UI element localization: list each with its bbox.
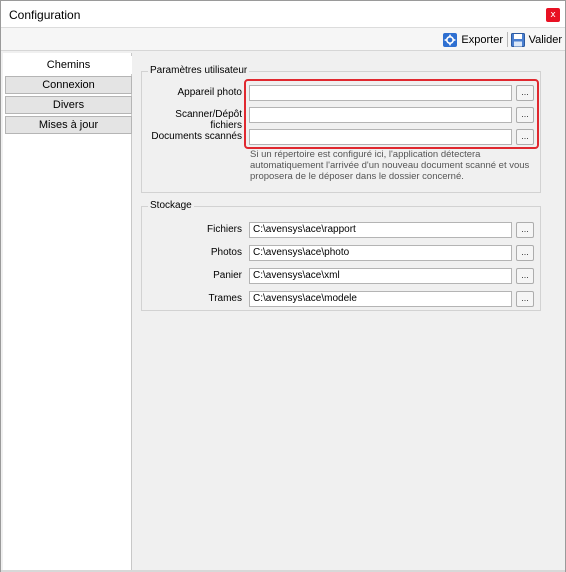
panier-label: Panier [213, 270, 242, 281]
sidebar-item-mises-a-jour[interactable]: Mises à jour [5, 116, 132, 134]
title-bar: Configuration x [1, 1, 565, 28]
main-content: Paramètres utilisateur Appareil photo ..… [133, 53, 564, 571]
scanner-label: Scanner/Dépôt fichiers [175, 109, 242, 131]
export-button[interactable]: Exporter [443, 31, 503, 48]
scan-hint-text: Si un répertoire est configuré ici, l'ap… [250, 149, 530, 182]
user-params-group: Paramètres utilisateur Appareil photo ..… [141, 65, 541, 193]
trames-browse-button[interactable]: ... [516, 291, 534, 307]
panier-field[interactable]: C:\avensys\ace\xml [249, 268, 512, 284]
export-icon [443, 32, 458, 47]
fichiers-label: Fichiers [206, 224, 242, 235]
close-button[interactable]: x [546, 8, 560, 22]
storage-group: Stockage Fichiers C:\avensys\ace\rapport… [141, 200, 541, 311]
storage-title: Stockage [148, 200, 194, 211]
save-icon [510, 32, 525, 47]
documents-scannes-field[interactable] [249, 129, 512, 145]
photos-browse-button[interactable]: ... [516, 245, 534, 261]
panier-browse-button[interactable]: ... [516, 268, 534, 284]
export-label: Exporter [461, 33, 503, 46]
sidebar-item-chemins[interactable]: Chemins [5, 56, 132, 74]
valider-button[interactable]: Valider [510, 31, 562, 48]
configuration-window: Configuration x Exporter Valider Chemins… [0, 0, 566, 572]
documents-scannes-label: Documents scannés [151, 131, 242, 142]
appareil-photo-browse-button[interactable]: ... [516, 85, 534, 101]
appareil-photo-field[interactable] [249, 85, 512, 101]
toolbar-separator [507, 32, 508, 47]
documents-scannes-browse-button[interactable]: ... [516, 129, 534, 145]
user-params-title: Paramètres utilisateur [148, 65, 250, 76]
sidebar-item-connexion[interactable]: Connexion [5, 76, 132, 94]
trames-field[interactable]: C:\avensys\ace\modele [249, 291, 512, 307]
toolbar: Exporter Valider [1, 28, 565, 51]
scanner-field[interactable] [249, 107, 512, 123]
sidebar: Chemins Connexion Divers Mises à jour [3, 53, 132, 571]
sidebar-item-divers[interactable]: Divers [5, 96, 132, 114]
window-title: Configuration [9, 8, 81, 22]
fichiers-field[interactable]: C:\avensys\ace\rapport [249, 222, 512, 238]
fichiers-browse-button[interactable]: ... [516, 222, 534, 238]
photos-label: Photos [210, 247, 242, 258]
valider-label: Valider [528, 33, 562, 46]
trames-label: Trames [208, 293, 242, 304]
scanner-browse-button[interactable]: ... [516, 107, 534, 123]
photos-field[interactable]: C:\avensys\ace\photo [249, 245, 512, 261]
appareil-photo-label: Appareil photo [177, 87, 243, 98]
